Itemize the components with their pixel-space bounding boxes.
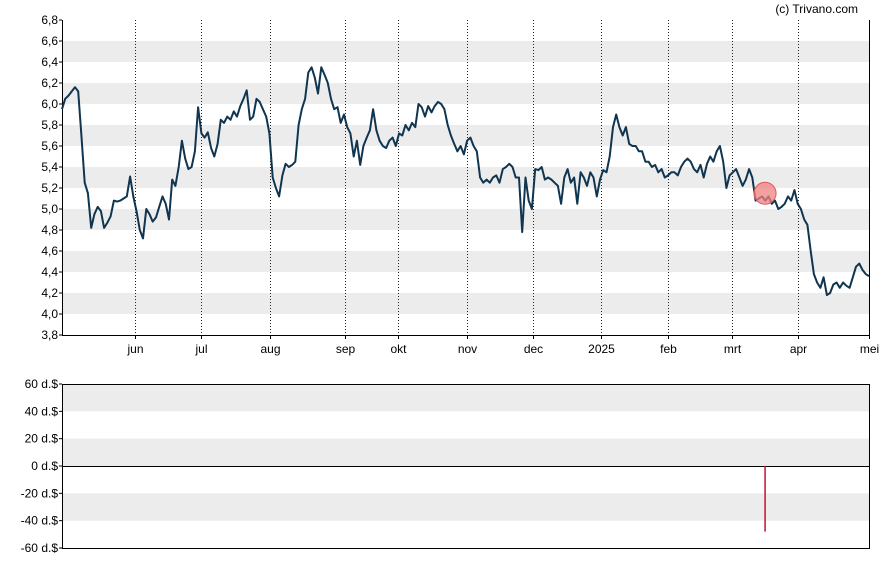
- x-tick-label: mei: [860, 342, 879, 356]
- x-tick-label: sep: [336, 342, 356, 356]
- x-tick-label: apr: [790, 342, 807, 356]
- grid-band: [62, 83, 869, 104]
- y-tick-label: 40 d.$: [25, 404, 59, 418]
- y-tick-label: 6,6: [41, 34, 58, 48]
- y-tick-label: 5,0: [41, 202, 58, 216]
- x-tick-label: dec: [524, 342, 543, 356]
- x-tick-label: jul: [194, 342, 207, 356]
- y-tick-label: -60 d.$: [21, 541, 59, 555]
- x-tick-label: 2025: [588, 342, 615, 356]
- grid-band: [62, 293, 869, 314]
- x-tick-label: okt: [390, 342, 407, 356]
- credit-label: (c) Trivano.com: [775, 2, 858, 16]
- y-tick-label: -20 d.$: [21, 486, 59, 500]
- price-chart-panel: 6,8 6,6 6,4 6,2 6,0 5,8 5,6 5,4 5,2 5,0 4,8 4,6 4,4 4…: [41, 13, 879, 356]
- y-tick-label: 60 d.$: [25, 377, 59, 391]
- y-tick-label: 6,2: [41, 76, 58, 90]
- y-tick-label: 5,6: [41, 139, 58, 153]
- grid-band: [62, 209, 869, 230]
- y-tick-label: 3,8: [41, 328, 58, 342]
- x-tick-label: mrt: [724, 342, 742, 356]
- x-tick-label: jun: [126, 342, 143, 356]
- y-tick-label: 6,8: [41, 13, 58, 27]
- grid-band: [62, 493, 869, 521]
- grid-band: [62, 384, 869, 412]
- grid-band: [62, 251, 869, 272]
- y-tick-label: 6,4: [41, 55, 58, 69]
- bar-chart-panel: 60 d.$ 40 d.$ 20 d.$ 0 d.$ -20 d.$ -40 d.$ -60…: [21, 377, 870, 555]
- y-tick-label: 4,8: [41, 223, 58, 237]
- y-tick-label: 5,8: [41, 118, 58, 132]
- x-tick-label: feb: [660, 342, 677, 356]
- event-marker: [753, 181, 777, 205]
- y-tick-label: 5,4: [41, 160, 58, 174]
- y-tick-label: 5,2: [41, 181, 58, 195]
- y-tick-label: 4,0: [41, 307, 58, 321]
- x-tick-label: nov: [458, 342, 477, 356]
- stock-chart: (c) Trivano.com 6,8 6,6 6,4 6,2 6,0 5,8 5,6 5,4…: [21, 2, 880, 555]
- x-tick-label: aug: [260, 342, 280, 356]
- y-tick-label: 4,2: [41, 286, 58, 300]
- y-tick-label: 0 d.$: [31, 459, 58, 473]
- y-tick-label: 4,6: [41, 244, 58, 258]
- y-tick-label: -40 d.$: [21, 514, 59, 528]
- y-tick-label: 6,0: [41, 97, 58, 111]
- y-tick-label: 4,4: [41, 265, 58, 279]
- y-tick-label: 20 d.$: [25, 432, 59, 446]
- grid-band: [62, 438, 869, 466]
- grid-band: [62, 41, 869, 62]
